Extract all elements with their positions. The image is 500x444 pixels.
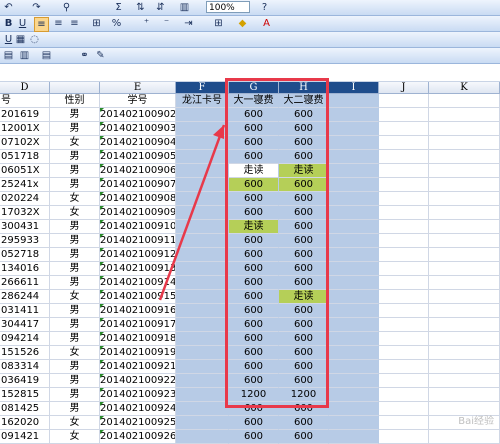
- table-cell[interactable]: 091421: [0, 430, 50, 444]
- watermark: Bai经验: [458, 416, 494, 427]
- annotation-arrow: [158, 124, 226, 301]
- table-cell[interactable]: [379, 430, 429, 444]
- table-cell[interactable]: [176, 430, 229, 444]
- table-cell[interactable]: [429, 430, 500, 444]
- table-cell[interactable]: 600: [229, 430, 279, 444]
- table-cell[interactable]: 201402100926: [100, 430, 176, 444]
- table-cell[interactable]: 女: [50, 430, 100, 444]
- table-cell[interactable]: 600: [279, 430, 329, 444]
- table-cell[interactable]: [329, 430, 379, 444]
